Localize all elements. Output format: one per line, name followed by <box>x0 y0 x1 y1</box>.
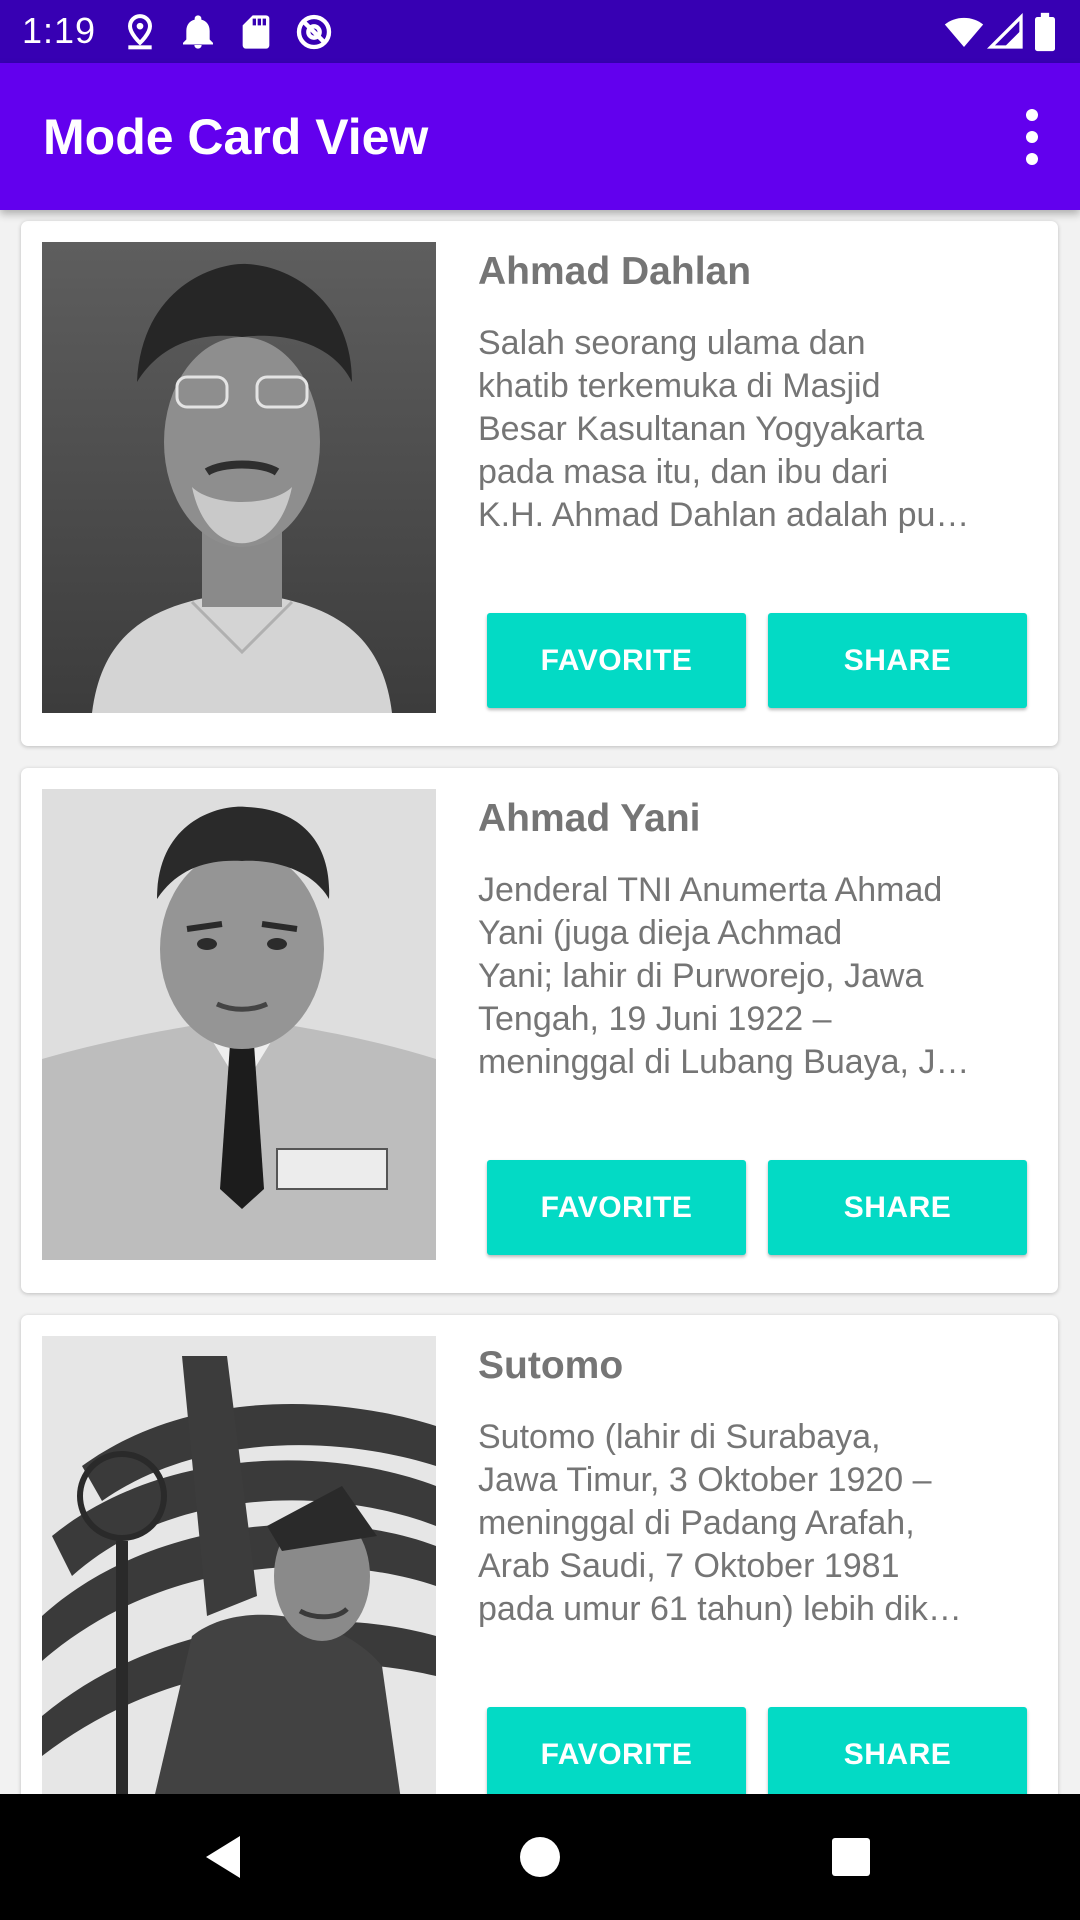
hero-card: Sutomo Sutomo (lahir di Surabaya, Jawa T… <box>21 1315 1058 1794</box>
hero-name: Sutomo <box>478 1344 624 1387</box>
hero-photo <box>42 789 436 1260</box>
status-time: 1:19 <box>22 10 97 51</box>
at-sign-icon <box>294 12 334 52</box>
share-button[interactable]: SHARE <box>768 1707 1027 1794</box>
app-bar: Mode Card View <box>0 63 1080 210</box>
hero-description: Sutomo (lahir di Surabaya, Jawa Timur, 3… <box>478 1416 1018 1631</box>
hero-card: Ahmad Dahlan Salah seorang ulama dan kha… <box>21 221 1058 746</box>
location-icon <box>120 12 160 52</box>
wifi-icon <box>944 12 984 52</box>
description-line: khatib terkemuka di Masjid <box>478 367 881 405</box>
share-button[interactable]: SHARE <box>768 613 1027 708</box>
hero-description: Salah seorang ulama dan khatib terkemuka… <box>478 322 1018 537</box>
description-line: Jawa Timur, 3 Oktober 1920 – <box>478 1461 932 1499</box>
description-line: pada umur 61 tahun) lebih dik… <box>478 1590 962 1628</box>
battery-icon <box>1030 12 1060 52</box>
app-title: Mode Card View <box>43 109 429 165</box>
sd-card-icon <box>236 12 276 52</box>
hero-photo <box>42 1336 436 1794</box>
hero-description: Jenderal TNI Anumerta Ahmad Yani (juga d… <box>478 869 1018 1084</box>
description-line: Tengah, 19 Juni 1922 – <box>478 1000 832 1038</box>
cell-signal-icon <box>986 12 1026 52</box>
description-line: Yani; lahir di Purworejo, Jawa <box>478 957 924 995</box>
hero-card: Ahmad Yani Jenderal TNI Anumerta Ahmad Y… <box>21 768 1058 1293</box>
description-line: Arab Saudi, 7 Oktober 1981 <box>478 1547 900 1585</box>
recents-icon[interactable] <box>818 1824 884 1890</box>
favorite-button[interactable]: FAVORITE <box>487 1707 746 1794</box>
description-line: meninggal di Lubang Buaya, J… <box>478 1043 970 1081</box>
card-list[interactable]: Ahmad Dahlan Salah seorang ulama dan kha… <box>0 210 1080 1794</box>
notification-bell-icon <box>178 12 218 52</box>
status-bar: 1:19 <box>0 0 1080 63</box>
home-icon[interactable] <box>507 1824 573 1890</box>
description-line: Salah seorang ulama dan <box>478 324 866 362</box>
hero-name: Ahmad Yani <box>478 797 701 840</box>
description-line: Sutomo (lahir di Surabaya, <box>478 1418 881 1456</box>
hero-photo <box>42 242 436 713</box>
description-line: Jenderal TNI Anumerta Ahmad <box>478 871 943 909</box>
navigation-bar <box>0 1794 1080 1920</box>
share-button[interactable]: SHARE <box>768 1160 1027 1255</box>
description-line: Besar Kasultanan Yogyakarta <box>478 410 925 448</box>
more-vert-icon[interactable] <box>1002 99 1062 175</box>
description-line: pada masa itu, dan ibu dari <box>478 453 889 491</box>
description-line: K.H. Ahmad Dahlan adalah pu… <box>478 496 970 534</box>
back-icon[interactable] <box>192 1824 258 1890</box>
favorite-button[interactable]: FAVORITE <box>487 1160 746 1255</box>
hero-name: Ahmad Dahlan <box>478 250 752 293</box>
description-line: meninggal di Padang Arafah, <box>478 1504 915 1542</box>
favorite-button[interactable]: FAVORITE <box>487 613 746 708</box>
description-line: Yani (juga dieja Achmad <box>478 914 843 952</box>
